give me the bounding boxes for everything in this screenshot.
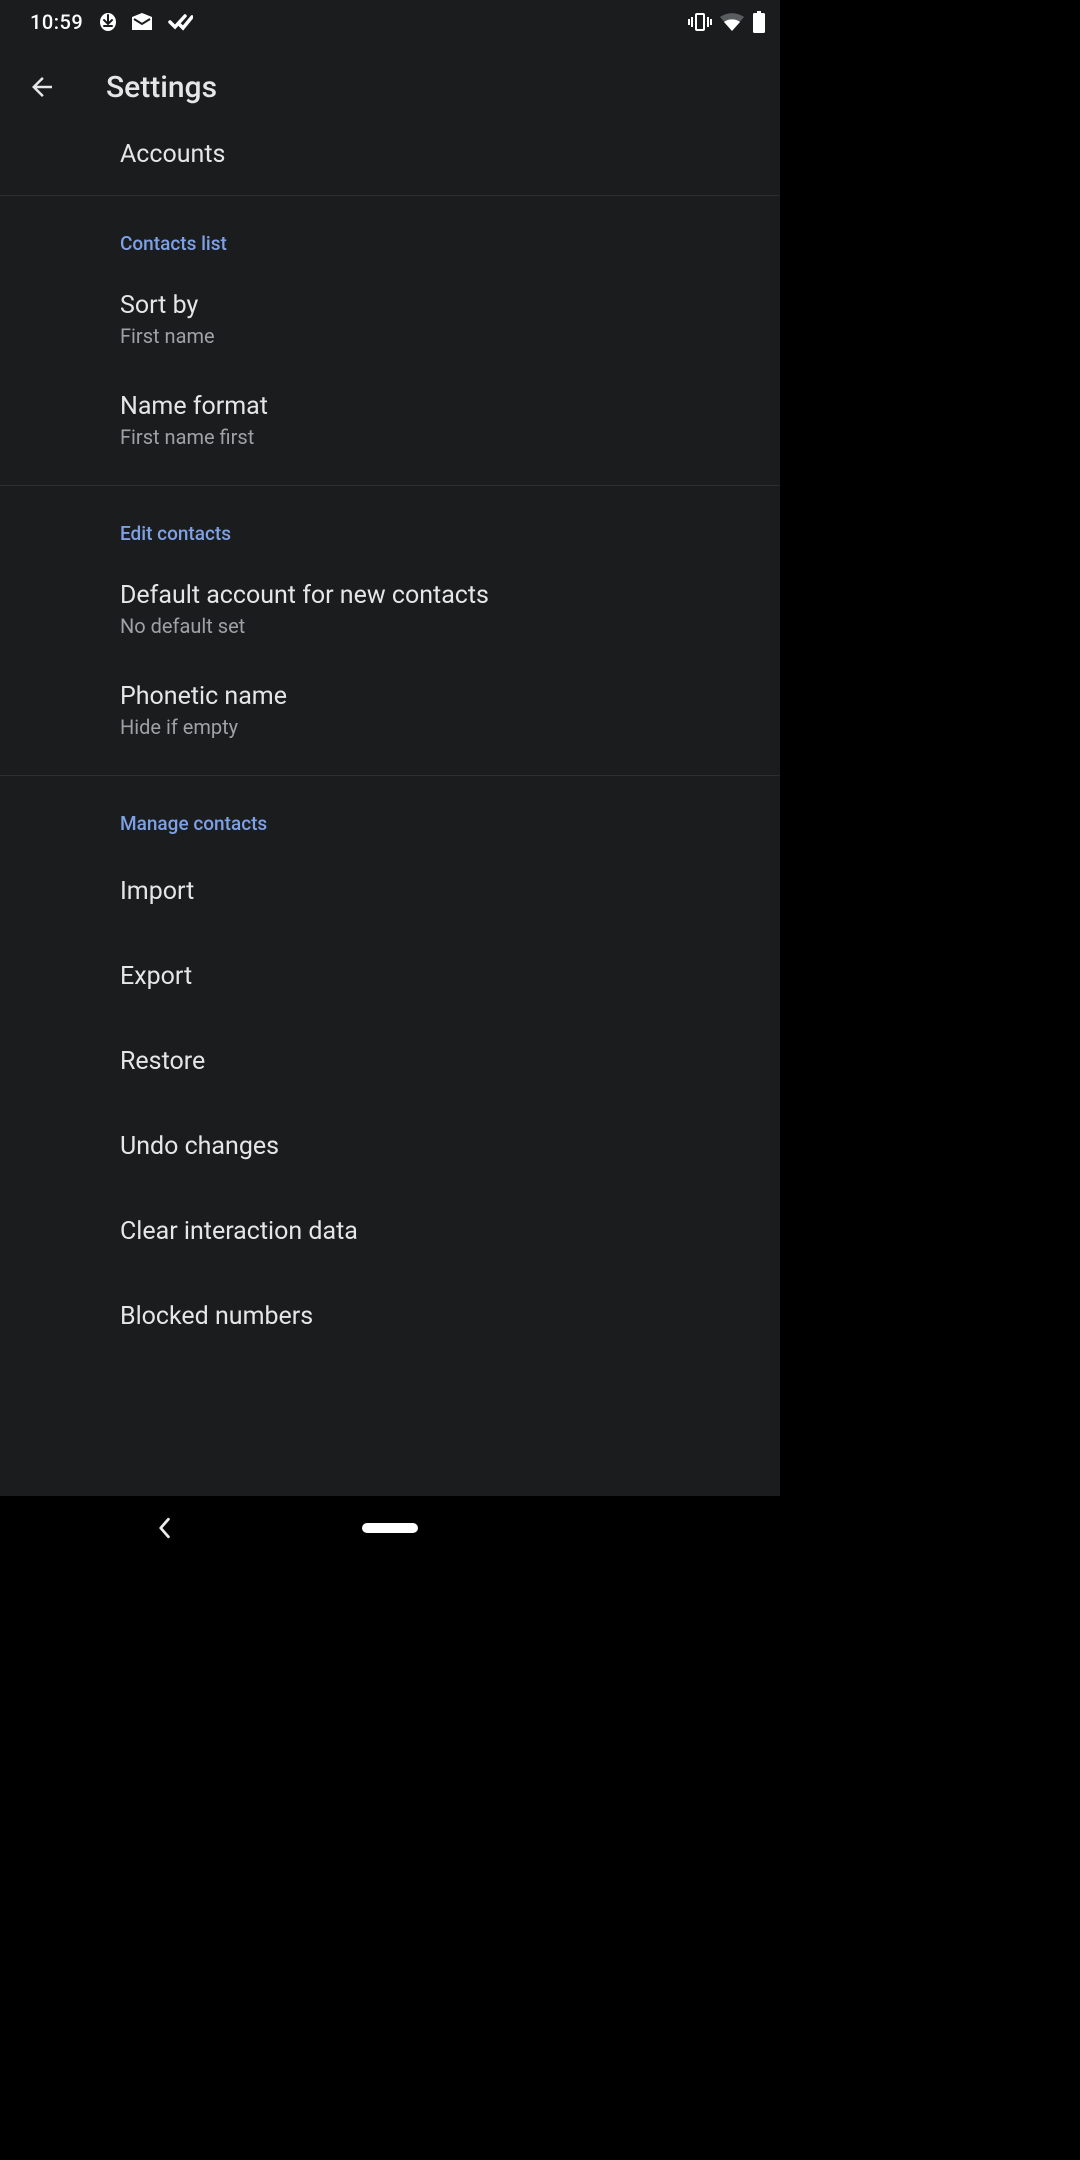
- item-title: Restore: [120, 1047, 756, 1076]
- list-item-name-format[interactable]: Name format First name first: [0, 370, 780, 471]
- list-item-accounts[interactable]: Accounts: [0, 130, 780, 196]
- status-left: 10:59: [30, 10, 193, 34]
- item-subtitle: Hide if empty: [120, 715, 756, 739]
- item-title: Name format: [120, 392, 756, 421]
- list-item-undo-changes[interactable]: Undo changes: [0, 1104, 780, 1189]
- item-title: Clear interaction data: [120, 1217, 756, 1246]
- list-item-import[interactable]: Import: [0, 849, 780, 934]
- status-time: 10:59: [30, 10, 83, 34]
- item-title: Blocked numbers: [120, 1302, 756, 1331]
- list-item-phonetic-name[interactable]: Phonetic name Hide if empty: [0, 660, 780, 761]
- item-subtitle: No default set: [120, 614, 756, 638]
- double-check-icon: [167, 13, 193, 31]
- page-title: Settings: [106, 70, 217, 105]
- item-subtitle: First name first: [120, 425, 756, 449]
- nav-back-button[interactable]: [155, 1517, 173, 1539]
- item-subtitle: First name: [120, 324, 756, 348]
- section-header-contacts-list: Contacts list: [0, 196, 780, 269]
- vibrate-icon: [688, 12, 712, 32]
- item-title: Undo changes: [120, 1132, 756, 1161]
- back-button[interactable]: [22, 67, 62, 107]
- item-title: Export: [120, 962, 756, 991]
- status-right: [688, 11, 766, 33]
- list-item-clear-interaction-data[interactable]: Clear interaction data: [0, 1189, 780, 1274]
- system-nav-bar: [0, 1496, 780, 1560]
- nav-home-pill[interactable]: [362, 1523, 418, 1533]
- mail-icon: [131, 13, 153, 31]
- item-title: Import: [120, 877, 756, 906]
- arrow-back-icon: [27, 72, 57, 102]
- settings-content[interactable]: Accounts Contacts list Sort by First nam…: [0, 130, 780, 1560]
- battery-icon: [752, 11, 766, 33]
- list-item-restore[interactable]: Restore: [0, 1019, 780, 1104]
- item-title: Sort by: [120, 291, 756, 320]
- download-badge-icon: [99, 12, 117, 32]
- wifi-icon: [720, 13, 744, 31]
- item-title: Default account for new contacts: [120, 581, 756, 610]
- list-item-export[interactable]: Export: [0, 934, 780, 1019]
- section-header-manage-contacts: Manage contacts: [0, 776, 780, 849]
- list-item-default-account[interactable]: Default account for new contacts No defa…: [0, 559, 780, 660]
- item-title: Accounts: [120, 140, 780, 169]
- section-header-edit-contacts: Edit contacts: [0, 486, 780, 559]
- status-bar: 10:59: [0, 0, 780, 44]
- item-title: Phonetic name: [120, 682, 756, 711]
- app-bar: Settings: [0, 44, 780, 130]
- list-item-blocked-numbers[interactable]: Blocked numbers: [0, 1274, 780, 1359]
- list-item-sort-by[interactable]: Sort by First name: [0, 269, 780, 370]
